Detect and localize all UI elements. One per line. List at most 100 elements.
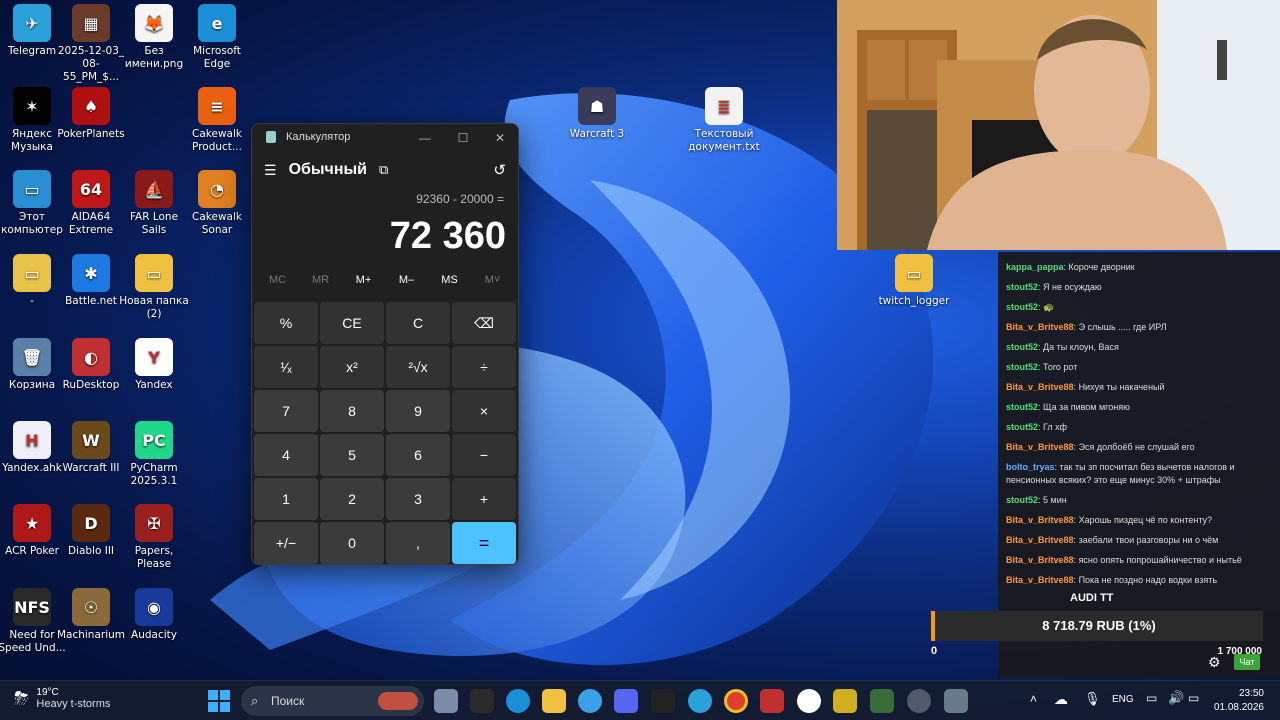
desktop-icon-22[interactable]: ✠ Papers, Please bbox=[118, 504, 190, 571]
app-icon-2[interactable] bbox=[578, 689, 602, 713]
calc-key-11[interactable]: × bbox=[452, 390, 516, 432]
chat-username[interactable]: Bita_v_Britve88 bbox=[1006, 555, 1074, 565]
desktop-icon-19[interactable]: PC PyCharm 2025.3.1 bbox=[118, 421, 190, 488]
desktop-icon-25[interactable]: ◉ Audacity bbox=[118, 588, 190, 642]
calculator-taskbar-icon[interactable] bbox=[944, 689, 968, 713]
calc-key-2[interactable]: C bbox=[386, 302, 450, 344]
calc-key-7[interactable]: ÷ bbox=[452, 346, 516, 388]
calc-key-14[interactable]: 6 bbox=[386, 434, 450, 476]
memory-button-2[interactable]: M+ bbox=[342, 274, 385, 296]
telegram-icon[interactable] bbox=[688, 689, 712, 713]
desktop-icon-24[interactable]: ☉ Machinarium bbox=[55, 588, 127, 642]
calc-key-0[interactable]: % bbox=[254, 302, 318, 344]
chat-username[interactable]: stout52 bbox=[1006, 302, 1038, 312]
memory-button-1[interactable]: MR bbox=[299, 274, 342, 296]
chat-username[interactable]: kappa_pappa bbox=[1006, 262, 1064, 272]
desktop-icon-28[interactable]: ▭ twitch_logger bbox=[878, 254, 950, 308]
chat-username[interactable]: stout52 bbox=[1006, 362, 1038, 372]
task-view-icon[interactable] bbox=[434, 689, 458, 713]
memory-button-4[interactable]: MS bbox=[428, 274, 471, 296]
rudesktop-icon[interactable] bbox=[760, 689, 784, 713]
calc-key-13[interactable]: 5 bbox=[320, 434, 384, 476]
app-icon-3[interactable] bbox=[833, 689, 857, 713]
language-indicator[interactable]: ENG bbox=[1112, 694, 1134, 705]
desktop-icon-12[interactable]: ✱ Battle.net bbox=[55, 254, 127, 308]
start-button[interactable] bbox=[208, 690, 230, 712]
minimize-button[interactable]: — bbox=[406, 128, 444, 148]
calc-key-16[interactable]: 1 bbox=[254, 478, 318, 520]
chat-button[interactable]: Чат bbox=[1234, 654, 1260, 670]
calc-key-3[interactable]: ⌫ bbox=[452, 302, 516, 344]
close-button[interactable]: ✕ bbox=[481, 128, 519, 148]
desktop-icon-1[interactable]: ▦ 2025-12-03_ 08-55_PM_$... bbox=[55, 4, 127, 84]
app-icon-4[interactable] bbox=[870, 689, 894, 713]
desktop-icon-27[interactable]: ≣ Текстовый документ.txt bbox=[688, 87, 760, 154]
calc-key-10[interactable]: 9 bbox=[386, 390, 450, 432]
calc-key-6[interactable]: ²√x bbox=[386, 346, 450, 388]
memory-button-0[interactable]: MC bbox=[256, 274, 299, 296]
calc-key-17[interactable]: 2 bbox=[320, 478, 384, 520]
calc-key-20[interactable]: +/− bbox=[254, 522, 318, 564]
microphone-icon[interactable]: 🎙 bbox=[1084, 691, 1101, 707]
desktop-icon-6[interactable]: ≡ Cakewalk Product... bbox=[181, 87, 253, 154]
calc-key-4[interactable]: ¹⁄ₓ bbox=[254, 346, 318, 388]
calc-key-5[interactable]: x² bbox=[320, 346, 384, 388]
memory-button-5[interactable]: M˅ bbox=[471, 274, 514, 296]
desktop-icon-5[interactable]: ♠ PokerPlanets bbox=[55, 87, 127, 141]
chat-username[interactable]: stout52 bbox=[1006, 282, 1038, 292]
discord-icon[interactable] bbox=[614, 689, 638, 713]
desktop-icon-3[interactable]: e Microsoft Edge bbox=[181, 4, 253, 71]
desktop-icon-9[interactable]: ⛵ FAR Lone Sails bbox=[118, 170, 190, 237]
chat-username[interactable]: Bita_v_Britve88 bbox=[1006, 442, 1074, 452]
chat-username[interactable]: Bita_v_Britve88 bbox=[1006, 515, 1074, 525]
calc-key-1[interactable]: CE bbox=[320, 302, 384, 344]
desktop-icon-2[interactable]: 🦊 Без имени.png bbox=[118, 4, 190, 71]
chat-username[interactable]: stout52 bbox=[1006, 495, 1038, 505]
calc-key-21[interactable]: 0 bbox=[320, 522, 384, 564]
weather-widget[interactable]: ⛈ 19°C Heavy t-storms bbox=[14, 687, 110, 710]
calc-key-15[interactable]: − bbox=[452, 434, 516, 476]
desktop-icon-8[interactable]: 64 AIDA64 Extreme bbox=[55, 170, 127, 237]
maximize-button[interactable]: ☐ bbox=[444, 128, 482, 148]
calc-key-9[interactable]: 8 bbox=[320, 390, 384, 432]
volume-icon[interactable]: 🔊 bbox=[1168, 690, 1184, 706]
chrome-icon[interactable] bbox=[724, 689, 748, 713]
desktop-icon-15[interactable]: ◐ RuDesktop bbox=[55, 338, 127, 392]
network-icon[interactable]: ▭ bbox=[1146, 691, 1157, 705]
desktop-icon-13[interactable]: ▭ Новая папка (2) bbox=[118, 254, 190, 321]
desktop-icon-18[interactable]: W Warcraft III bbox=[55, 421, 127, 475]
edge-icon[interactable] bbox=[506, 689, 530, 713]
calc-key-8[interactable]: 7 bbox=[254, 390, 318, 432]
settings-icon[interactable]: ⚙ bbox=[1208, 654, 1221, 671]
chat-username[interactable]: Bita_v_Britve88 bbox=[1006, 535, 1074, 545]
yandex-browser-icon[interactable] bbox=[797, 689, 821, 713]
clock[interactable]: 23:50 01.08.2026 bbox=[1212, 687, 1264, 715]
calc-key-22[interactable]: , bbox=[386, 522, 450, 564]
calc-key-19[interactable]: + bbox=[452, 478, 516, 520]
menu-icon[interactable]: ☰ bbox=[264, 162, 277, 179]
taskbar-search[interactable]: ⌕ Поиск bbox=[241, 686, 424, 716]
calc-key-12[interactable]: 4 bbox=[254, 434, 318, 476]
chat-username[interactable]: Bita_v_Britve88 bbox=[1006, 575, 1074, 585]
chat-username[interactable]: stout52 bbox=[1006, 402, 1038, 412]
desktop-icon-21[interactable]: D Diablo III bbox=[55, 504, 127, 558]
calc-key-23[interactable]: = bbox=[452, 522, 516, 564]
yandex-music-icon[interactable] bbox=[651, 689, 675, 713]
chat-username[interactable]: Bita_v_Britve88 bbox=[1006, 382, 1074, 392]
file-explorer-icon[interactable] bbox=[542, 689, 566, 713]
chat-username[interactable]: Bita_v_Britve88 bbox=[1006, 322, 1074, 332]
tray-chevron-icon[interactable]: ˄ bbox=[1030, 692, 1037, 706]
battery-icon[interactable]: ▭ bbox=[1188, 691, 1199, 705]
calculator-window[interactable]: Калькулятор — ☐ ✕ ☰ Обычный ⧉ ↺ 92360 - … bbox=[251, 123, 519, 565]
desktop-icon-10[interactable]: ◔ Cakewalk Sonar bbox=[181, 170, 253, 237]
desktop-icon-16[interactable]: Y Yandex bbox=[118, 338, 190, 392]
chat-username[interactable]: bolto_tryas bbox=[1006, 462, 1055, 472]
history-icon[interactable]: ↺ bbox=[493, 161, 506, 179]
app-icon-5[interactable] bbox=[907, 689, 931, 713]
calc-key-18[interactable]: 3 bbox=[386, 478, 450, 520]
memory-button-3[interactable]: M– bbox=[385, 274, 428, 296]
chat-username[interactable]: stout52 bbox=[1006, 422, 1038, 432]
onedrive-icon[interactable]: ☁ bbox=[1054, 691, 1068, 708]
chat-username[interactable]: stout52 bbox=[1006, 342, 1038, 352]
keep-on-top-icon[interactable]: ⧉ bbox=[379, 162, 388, 178]
